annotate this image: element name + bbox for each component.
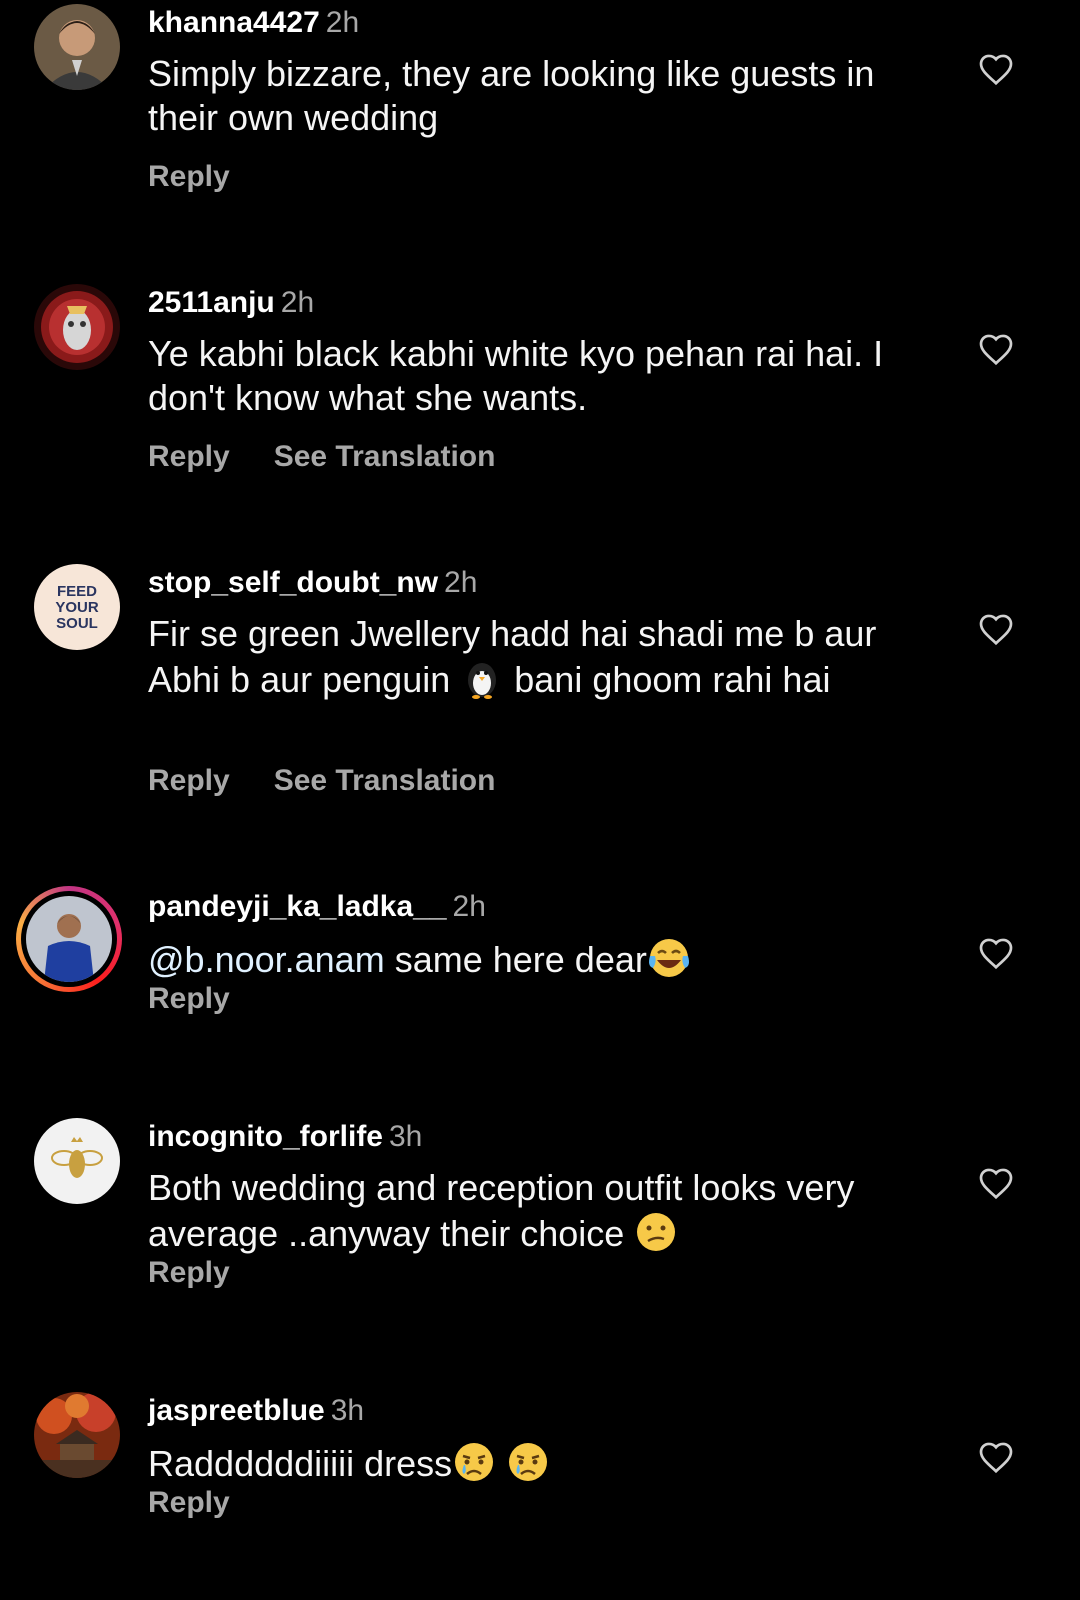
comment-text: Ye kabhi black kabhi white kyo pehan rai… bbox=[148, 333, 884, 418]
comment-actions: Reply See Translation bbox=[148, 764, 539, 798]
username[interactable]: khanna4427 bbox=[148, 6, 320, 39]
reply-button[interactable]: Reply bbox=[148, 982, 230, 1015]
timestamp: 3h bbox=[389, 1120, 423, 1153]
reply-button[interactable]: Reply bbox=[148, 1486, 230, 1519]
heart-icon[interactable] bbox=[978, 1166, 1014, 1200]
avatar[interactable] bbox=[34, 4, 120, 90]
comment-actions: Reply See Translation bbox=[148, 440, 539, 474]
timestamp: 2h bbox=[452, 890, 486, 923]
avatar-logo-text: SOUL bbox=[56, 615, 98, 632]
comment-text-part: same here dear bbox=[384, 939, 647, 980]
avatar[interactable] bbox=[34, 284, 120, 370]
avatar-logo-text: YOUR bbox=[55, 599, 99, 616]
timestamp: 3h bbox=[330, 1394, 365, 1427]
timestamp: 2h bbox=[444, 566, 478, 599]
reply-button[interactable]: Reply bbox=[148, 160, 230, 193]
comment-actions: Reply bbox=[148, 982, 274, 1016]
username[interactable]: incognito_forlife bbox=[148, 1120, 383, 1153]
comment-header: stop_self_doubt_nw 2h bbox=[148, 564, 477, 602]
comment-header: incognito_forlife 3h bbox=[148, 1118, 422, 1156]
heart-icon[interactable] bbox=[978, 936, 1014, 970]
reply-button[interactable]: Reply bbox=[148, 440, 230, 473]
comment-text-part: bani ghoom rahi hai bbox=[504, 659, 831, 700]
username[interactable]: jaspreetblue bbox=[148, 1394, 325, 1427]
comment-text: Both wedding and reception outfit looks … bbox=[148, 1166, 928, 1256]
crying-face-emoji-icon bbox=[506, 1440, 550, 1484]
heart-icon[interactable] bbox=[978, 332, 1014, 366]
timestamp: 2h bbox=[280, 286, 315, 319]
timestamp: 2h bbox=[325, 6, 360, 39]
reply-button[interactable]: Reply bbox=[148, 1256, 230, 1289]
comment-header: 2511anju 2h bbox=[148, 284, 314, 322]
heart-icon[interactable] bbox=[978, 1440, 1014, 1474]
reply-button[interactable]: Reply bbox=[148, 764, 230, 797]
penguin-emoji-icon bbox=[460, 656, 504, 700]
avatar-story-ring[interactable] bbox=[16, 886, 122, 992]
heart-icon[interactable] bbox=[978, 612, 1014, 646]
comment-text: Raddddddiiiii dress bbox=[148, 1440, 928, 1486]
avatar[interactable] bbox=[34, 1118, 120, 1204]
comment-text: @b.noor.anam same here dear bbox=[148, 936, 928, 982]
face-with-tears-of-joy-emoji-icon bbox=[647, 936, 691, 980]
confused-face-emoji-icon bbox=[634, 1210, 678, 1254]
comment-actions: Reply bbox=[148, 160, 274, 194]
comment-actions: Reply bbox=[148, 1256, 274, 1290]
comment-header: pandeyji_ka_ladka__ 2h bbox=[148, 888, 486, 926]
see-translation-button[interactable]: See Translation bbox=[274, 440, 496, 473]
comment-actions: Reply bbox=[148, 1486, 274, 1520]
avatar[interactable] bbox=[34, 1392, 120, 1478]
comment-header: jaspreetblue 3h bbox=[148, 1392, 364, 1430]
username[interactable]: stop_self_doubt_nw bbox=[148, 566, 438, 599]
comment-header: khanna4427 2h bbox=[148, 4, 359, 42]
heart-icon[interactable] bbox=[978, 52, 1014, 86]
comment-text-part: Both wedding and reception outfit looks … bbox=[148, 1167, 855, 1254]
username[interactable]: pandeyji_ka_ladka__ bbox=[148, 890, 447, 923]
avatar[interactable]: FEED YOUR SOUL bbox=[34, 564, 120, 650]
avatar-logo-text: FEED bbox=[57, 583, 97, 600]
comment-text-part: Raddddddiiiii dress bbox=[148, 1443, 453, 1484]
comment-text: Fir se green Jwellery hadd hai shadi me … bbox=[148, 612, 928, 702]
mention-link[interactable]: @b.noor.anam bbox=[148, 939, 385, 980]
crying-face-emoji-icon bbox=[452, 1440, 496, 1484]
see-translation-button[interactable]: See Translation bbox=[274, 764, 496, 797]
avatar bbox=[26, 896, 112, 982]
comment-text: Simply bizzare, they are looking like gu… bbox=[148, 53, 875, 138]
username[interactable]: 2511anju bbox=[148, 286, 275, 319]
